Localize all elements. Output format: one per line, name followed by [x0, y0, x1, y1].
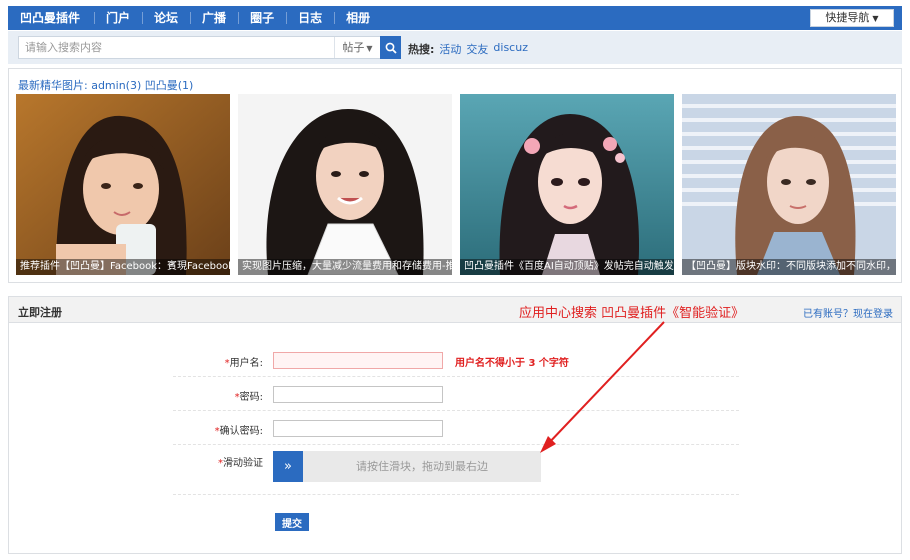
password-field[interactable] [273, 386, 443, 403]
slider-handle[interactable]: » [273, 451, 303, 482]
hot-word-link[interactable]: 交友 [466, 41, 488, 57]
gallery-photo[interactable]: 凹凸曼插件《百度AI自动顶贴》发帖完自动触发AI自 [460, 94, 674, 275]
hot-word-link[interactable]: discuz [493, 41, 528, 57]
search-box: 帖子▼ [18, 36, 381, 59]
photo-caption: 推荐插件【凹凸曼】Facebook：賓現Facebook登鍵登 [16, 259, 230, 275]
captcha-label-text: 滑动验证 [223, 458, 263, 469]
register-title: 立即注册 [18, 306, 62, 319]
photo-girl-window-icon [682, 94, 896, 275]
captcha-row: *滑动验证 » 请按住滑块，拖动到最右边 [173, 445, 739, 495]
hot-word-link[interactable]: 活动 [439, 41, 461, 57]
username-label: *用户名: [173, 354, 263, 369]
featured-gallery: 最新精华图片: admin(3) 凹凸曼(1) 推荐插件【凹凸曼】Faceboo… [8, 68, 902, 283]
photo-girl-flowers-icon [460, 94, 674, 275]
photo-girl-milk-icon [16, 94, 230, 275]
nav-item-portal[interactable]: 门户 [94, 6, 142, 30]
username-error: 用户名不得小于 3 个字符 [455, 358, 569, 369]
confirm-password-label-text: 确认密码: [219, 426, 263, 437]
search-icon [385, 42, 397, 54]
search-type-select[interactable]: 帖子 ▼ [334, 37, 380, 58]
hot-search-label: 热搜: [408, 43, 435, 56]
confirm-password-field[interactable] [273, 420, 443, 437]
search-bar: 帖子▼ 热搜: 活动 交友 discuz [8, 31, 902, 64]
hot-search: 热搜: 活动 交友 discuz [408, 41, 528, 57]
slider-hint: 请按住滑块，拖动到最右边 [356, 460, 488, 473]
nav-item-blog[interactable]: 日志 [286, 6, 334, 30]
gallery-photo[interactable]: 【凹凸曼】版块水印：不同版块添加不同水印，支持 [682, 94, 896, 275]
photo-caption: 凹凸曼插件《百度AI自动顶贴》发帖完自动触发AI自 [460, 259, 674, 275]
search-input[interactable] [19, 37, 334, 58]
password-label-text: 密码: [239, 392, 263, 403]
confirm-password-row: *确认密码: [173, 411, 739, 445]
captcha-label: *滑动验证 [173, 454, 263, 469]
nav-item-album[interactable]: 相册 [334, 6, 382, 30]
chevron-down-icon: ▼ [366, 44, 373, 53]
login-link[interactable]: 已有账号？现在登录 [803, 305, 893, 320]
quick-nav-button[interactable]: 快捷导航 ▼ [810, 9, 894, 27]
username-label-text: 用户名: [229, 358, 263, 369]
nav-brand[interactable]: 凹凸曼插件 [8, 6, 94, 30]
gallery-photo[interactable]: 推荐插件【凹凸曼】Facebook：賓現Facebook登鍵登 [16, 94, 230, 275]
top-nav-bar: 凹凸曼插件 门户 论坛 广播 圈子 日志 相册 快捷导航 ▼ [8, 6, 902, 30]
username-row: *用户名: 用户名不得小于 3 个字符 [173, 345, 739, 377]
register-header: 立即注册 应用中心搜索 凹凸曼插件《智能验证》 已有账号？现在登录 [9, 297, 901, 323]
photo-caption: 实现图片压缩，大量减少流量费用和存储费用-推荐凹 [238, 259, 452, 275]
submit-button[interactable]: 提交 [275, 513, 309, 531]
register-panel: 立即注册 应用中心搜索 凹凸曼插件《智能验证》 已有账号？现在登录 *用户名: … [8, 296, 902, 554]
username-field[interactable] [273, 352, 443, 369]
gallery-heading[interactable]: 最新精华图片: admin(3) 凹凸曼(1) [18, 77, 193, 93]
search-type-label: 帖子 [342, 41, 365, 54]
nav-item-broadcast[interactable]: 广播 [190, 6, 238, 30]
double-chevron-right-icon: » [284, 459, 292, 474]
gallery-photo[interactable]: 实现图片压缩，大量减少流量费用和存储费用-推荐凹 [238, 94, 452, 275]
password-row: *密码: [173, 377, 739, 411]
photo-caption: 【凹凸曼】版块水印：不同版块添加不同水印，支持 [682, 259, 896, 275]
quick-nav-label: 快捷导航 [825, 11, 870, 24]
promo-text: 应用中心搜索 凹凸曼插件《智能验证》 [519, 306, 745, 321]
nav-item-groups[interactable]: 圈子 [238, 6, 286, 30]
slide-captcha: » 请按住滑块，拖动到最右边 [273, 451, 541, 482]
photo-girl-smile-icon [238, 94, 452, 275]
search-button[interactable] [380, 36, 401, 59]
nav-item-forum[interactable]: 论坛 [142, 6, 190, 30]
confirm-password-label: *确认密码: [173, 422, 263, 437]
password-label: *密码: [173, 388, 263, 403]
chevron-down-icon: ▼ [872, 14, 879, 23]
